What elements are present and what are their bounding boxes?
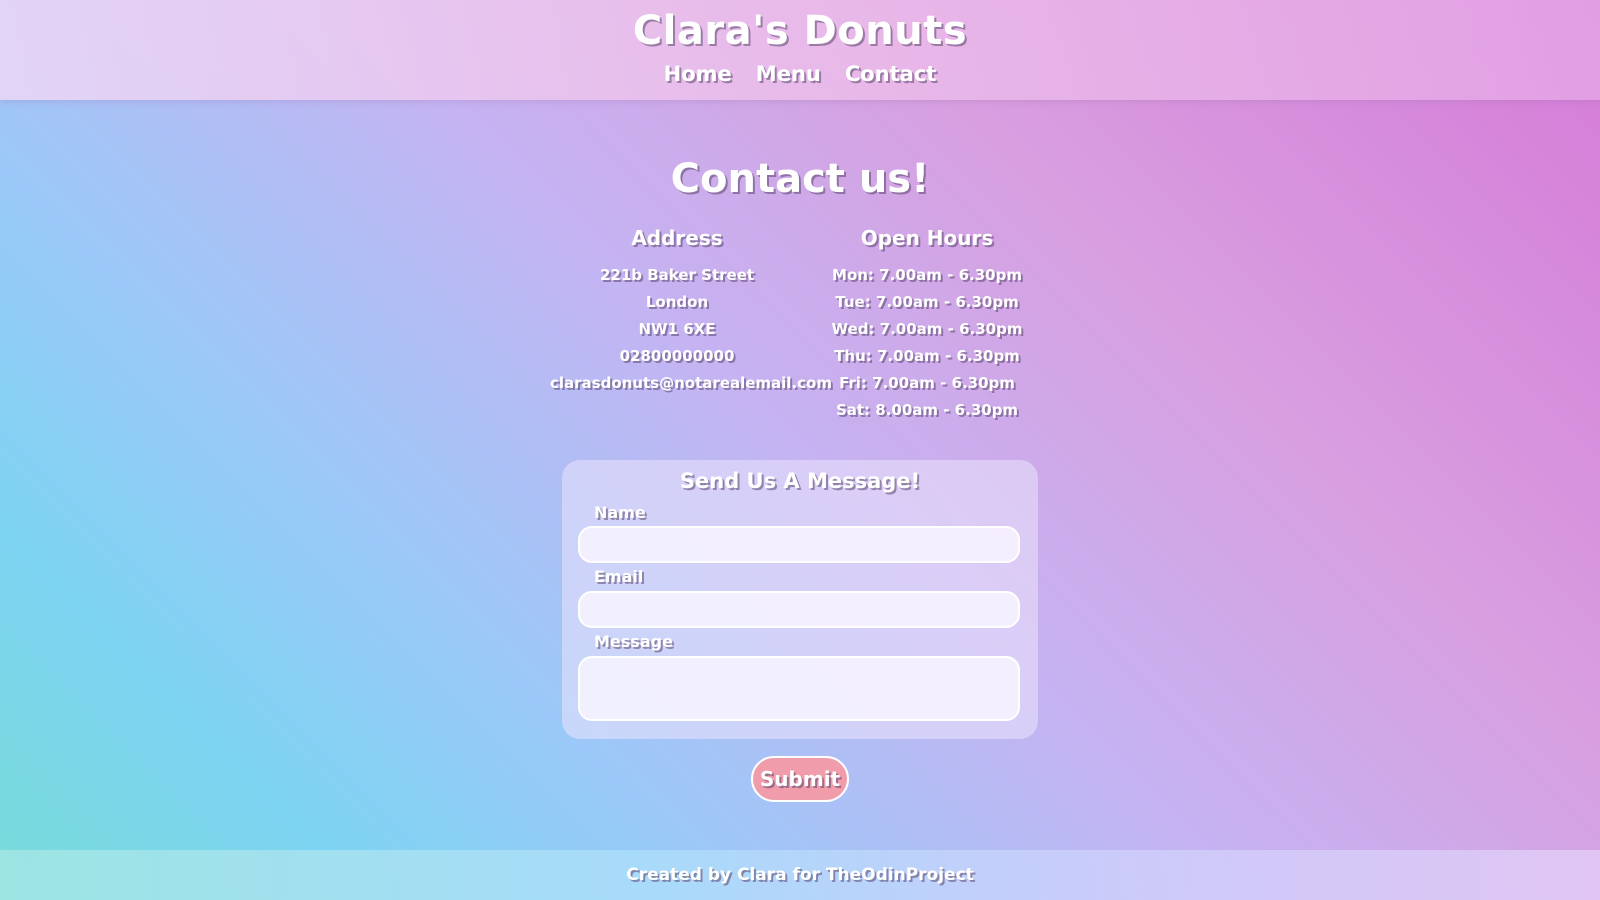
name-input[interactable] [578,526,1020,563]
address-postcode: NW1 6XE [638,320,716,338]
address-city: London [645,293,709,311]
page-heading: Contact us! [670,156,930,202]
message-textarea[interactable] [578,656,1020,721]
address-column: Address 221b Baker Street London NW1 6XE… [550,224,832,397]
address-list: 221b Baker Street London NW1 6XE 0280000… [550,262,832,397]
site-footer: Created by Clara for TheOdinProject [0,850,1600,900]
nav-menu-link[interactable]: Menu [756,60,821,88]
form-title: Send Us A Message! [679,469,921,493]
main-nav: Home Menu Contact [0,60,1600,88]
main-content: Contact us! Address 221b Baker Street Lo… [0,100,1600,850]
message-label: Message [594,632,673,651]
hours-thursday: Thu: 7.00am - 6.30pm [834,347,1020,365]
name-label: Name [594,503,646,522]
hours-monday: Mon: 7.00am - 6.30pm [832,266,1022,284]
hours-heading: Open Hours [860,226,994,250]
hours-wednesday: Wed: 7.00am - 6.30pm [831,320,1023,338]
hours-saturday: Sat: 8.00am - 6.30pm [835,401,1019,419]
email-label: Email [594,567,644,586]
hours-friday: Fri: 7.00am - 6.30pm [839,374,1015,392]
hours-tuesday: Tue: 7.00am - 6.30pm [835,293,1019,311]
address-email: clarasdonuts@notarealemail.com [550,374,832,392]
site-header: Clara's Donuts Home Menu Contact [0,0,1600,100]
address-street: 221b Baker Street [599,266,755,284]
address-phone: 02800000000 [619,347,735,365]
hours-column: Open Hours Mon: 7.00am - 6.30pm Tue: 7.0… [804,224,1050,424]
footer-credit: Created by Clara for TheOdinProject [626,865,974,885]
nav-home-link[interactable]: Home [664,60,732,88]
hours-list: Mon: 7.00am - 6.30pm Tue: 7.00am - 6.30p… [804,262,1050,424]
site-title: Clara's Donuts [632,8,968,54]
nav-contact-link[interactable]: Contact [845,60,937,88]
contact-info: Address 221b Baker Street London NW1 6XE… [550,224,1050,434]
address-heading: Address [631,226,723,250]
message-form: Send Us A Message! Name Email Message [562,460,1038,739]
email-input[interactable] [578,591,1020,628]
submit-button[interactable]: Submit [751,756,849,802]
